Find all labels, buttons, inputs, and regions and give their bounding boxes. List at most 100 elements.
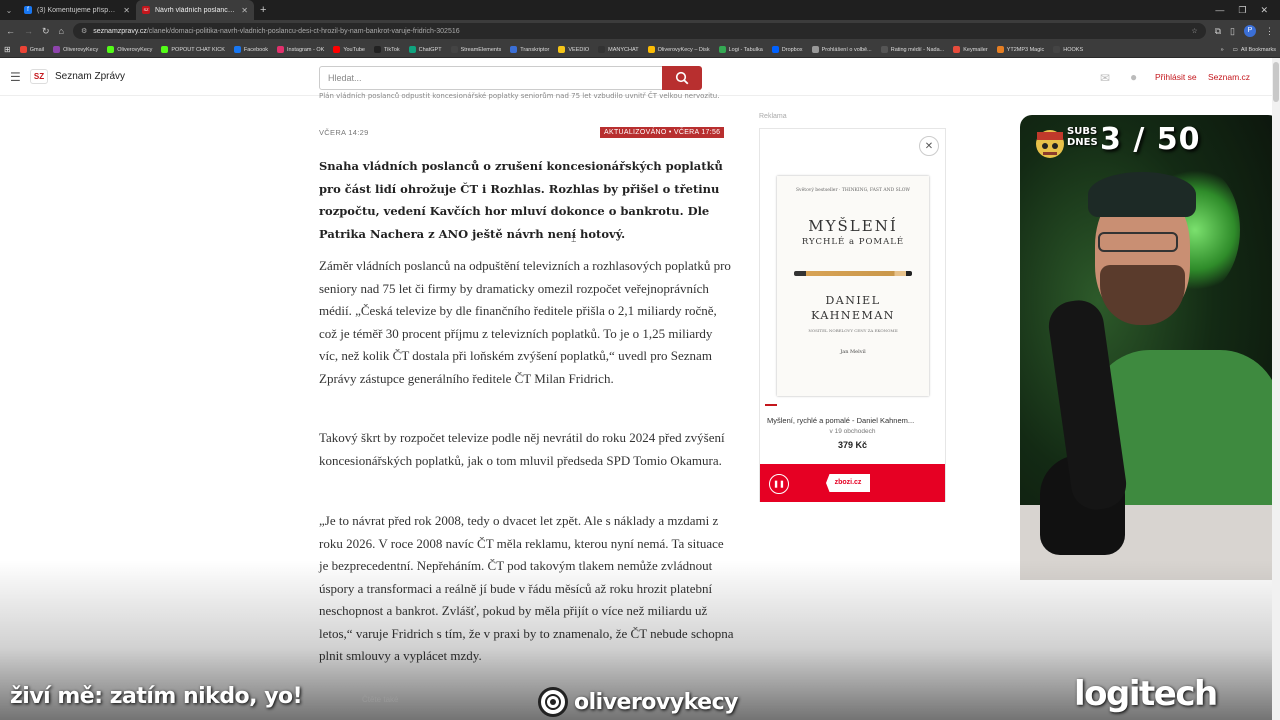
folder-icon: ▭ bbox=[1232, 46, 1238, 53]
profile-avatar[interactable]: P bbox=[1244, 25, 1256, 37]
reload-icon[interactable]: ↻ bbox=[42, 26, 50, 37]
ad-product-title[interactable]: Myšlení, rychlé a pomalé - Daniel Kahnem… bbox=[767, 416, 942, 425]
seznam-link[interactable]: Seznam.cz bbox=[1208, 72, 1250, 82]
tab-search-icon[interactable]: ⌄ bbox=[0, 0, 18, 20]
bookmark-item[interactable]: VEEDIO bbox=[558, 46, 589, 53]
bookmark-label: Prohlášení o volbě... bbox=[821, 46, 872, 53]
article-perex: Snaha vládních poslanců o zrušení konces… bbox=[319, 159, 723, 241]
seznam-favicon-icon: SZ bbox=[142, 6, 150, 14]
pause-icon[interactable]: ❚❚ bbox=[769, 474, 789, 494]
hamburger-menu-icon[interactable]: ☰ bbox=[10, 70, 21, 84]
bookmark-item[interactable]: Logi - Tabulka bbox=[718, 46, 763, 53]
bookmark-favicon-icon bbox=[277, 46, 285, 53]
bookmark-label: OliverovyKecy bbox=[63, 46, 99, 53]
bookmark-label: StreamElements bbox=[460, 46, 502, 53]
bookmark-item[interactable]: YT2MP3 Magic bbox=[996, 46, 1044, 53]
bookmark-favicon-icon bbox=[771, 46, 779, 53]
bookmark-item[interactable]: YouTube bbox=[333, 46, 365, 53]
page-scrollbar[interactable] bbox=[1272, 58, 1280, 720]
login-link[interactable]: Přihlásit se bbox=[1155, 72, 1197, 82]
extensions-icon[interactable]: ⧉ bbox=[1215, 26, 1221, 37]
bookmark-item[interactable]: POPOUT CHAT KICK bbox=[161, 46, 225, 53]
bookmark-item[interactable]: Rating médií - Nada... bbox=[880, 46, 945, 53]
bookmark-item[interactable]: Keymailer bbox=[953, 46, 988, 53]
bookmark-item[interactable]: Transkriptor bbox=[510, 46, 549, 53]
browser-menu-icon[interactable]: ⋮ bbox=[1265, 26, 1274, 37]
article-caption-wrap: Plán vládních poslanců odpustit koncesio… bbox=[319, 90, 734, 103]
zbozi-logo[interactable]: zbozi.cz bbox=[826, 474, 870, 492]
bookmark-favicon-icon bbox=[107, 46, 115, 53]
article-paragraph: Záměr vládních poslanců na odpuštění tel… bbox=[319, 258, 731, 386]
bookmark-favicon-icon bbox=[1053, 46, 1061, 53]
sidebar-icon[interactable]: ▯ bbox=[1230, 26, 1235, 37]
back-icon[interactable]: ← bbox=[6, 26, 15, 36]
bookmark-item[interactable]: HOOKS bbox=[1053, 46, 1083, 53]
new-tab-icon[interactable]: + bbox=[254, 4, 272, 16]
browser-tab-seznam[interactable]: SZ Návrh vládních poslanců děsí Č ✕ bbox=[136, 0, 254, 20]
bookmark-item[interactable]: Facebook bbox=[233, 46, 268, 53]
minimize-icon[interactable]: — bbox=[1215, 5, 1224, 16]
apps-grid-icon[interactable]: ⊞ bbox=[4, 45, 11, 54]
mail-icon[interactable]: ✉ bbox=[1100, 71, 1110, 85]
related-heading: Čtěte také bbox=[362, 695, 399, 704]
bookmark-item[interactable]: ChatGPT bbox=[408, 46, 442, 53]
more-bookmarks-icon[interactable]: » bbox=[1221, 47, 1224, 53]
bookmark-item[interactable]: Instagram - OK bbox=[277, 46, 324, 53]
address-bar[interactable]: ⚙ seznamzpravy.cz/clanek/domaci-politika… bbox=[72, 23, 1206, 39]
chat-icon[interactable]: ● bbox=[1130, 70, 1137, 84]
url-host: seznamzpravy.cz bbox=[93, 27, 147, 35]
browser-toolbar: ← → ↻ ⌂ ⚙ seznamzpravy.cz/clanek/domaci-… bbox=[0, 20, 1280, 42]
article-paragraph: Takový škrt by rozpočet televize podle n… bbox=[319, 430, 725, 468]
book-cover[interactable]: Světový bestseller · THINKING, FAST AND … bbox=[777, 176, 929, 396]
site-info-icon[interactable]: ⚙ bbox=[81, 27, 87, 35]
browser-tab-facebook[interactable]: f (3) Komentujeme příspěvky de ✕ bbox=[18, 0, 136, 20]
close-window-icon[interactable]: ✕ bbox=[1260, 5, 1268, 16]
all-bookmarks-folder[interactable]: ▭ All Bookmarks bbox=[1233, 47, 1276, 53]
ad-label: Reklama bbox=[759, 113, 787, 120]
window-controls: — ❐ ✕ bbox=[1215, 5, 1280, 16]
bookmark-label: HOOKS bbox=[1063, 46, 1084, 53]
bookmark-label: Dropbox bbox=[781, 46, 803, 53]
bookmark-label: POPOUT CHAT KICK bbox=[171, 46, 225, 53]
seznam-zpravy-logo[interactable]: SZ bbox=[30, 69, 48, 84]
bookmark-label: Gmail bbox=[29, 46, 45, 53]
bookmark-item[interactable]: Dropbox bbox=[771, 46, 803, 53]
bookmark-item[interactable]: Prohlášení o volbě... bbox=[811, 46, 872, 53]
ad-shop-count: v 19 obchodech bbox=[829, 428, 876, 435]
tab-title: (3) Komentujeme příspěvky de bbox=[37, 6, 118, 14]
search-icon bbox=[675, 71, 689, 85]
bookmark-item[interactable]: TikTok bbox=[373, 46, 400, 53]
close-tab-icon[interactable]: ✕ bbox=[241, 6, 248, 15]
home-icon[interactable]: ⌂ bbox=[59, 26, 64, 36]
browser-tabstrip: ⌄ f (3) Komentujeme příspěvky de ✕ SZ Ná… bbox=[0, 0, 1280, 20]
search-button[interactable] bbox=[662, 66, 702, 90]
bookmark-item[interactable]: OliverovyKecy – Disk bbox=[647, 46, 710, 53]
scrollbar-thumb[interactable] bbox=[1273, 62, 1279, 102]
bookmark-favicon-icon bbox=[53, 46, 61, 53]
bookmark-item[interactable]: Gmail bbox=[19, 46, 45, 53]
bookmark-label: TikTok bbox=[383, 46, 400, 53]
maximize-icon[interactable]: ❐ bbox=[1238, 5, 1246, 16]
site-name[interactable]: Seznam Zprávy bbox=[55, 71, 125, 82]
search-input[interactable]: Hledat... bbox=[319, 66, 663, 90]
facebook-favicon-icon: f bbox=[24, 6, 32, 14]
bookmark-label: Rating médií - Nada... bbox=[890, 46, 945, 53]
ad-progress bbox=[765, 404, 777, 406]
bookmark-star-icon[interactable]: ☆ bbox=[1191, 27, 1197, 35]
forward-icon[interactable]: → bbox=[24, 26, 33, 36]
bookmark-item[interactable]: OliverovyKecy bbox=[53, 46, 98, 53]
close-tab-icon[interactable]: ✕ bbox=[123, 6, 130, 15]
subs-counter: 3 / 50 bbox=[1100, 122, 1201, 157]
book-publisher: Jan Melvil bbox=[840, 349, 866, 355]
bookmarks-bar: ⊞ Gmail OliverovyKecy OliverovyKecy POPOUT … bbox=[0, 42, 1280, 58]
book-series: Světový bestseller · THINKING, FAST AND … bbox=[795, 188, 911, 193]
bookmark-favicon-icon bbox=[647, 46, 655, 53]
all-bookmarks-label: All Bookmarks bbox=[1240, 46, 1276, 53]
close-ad-icon[interactable]: ✕ bbox=[919, 136, 939, 156]
bookmark-item[interactable]: OliverovyKecy bbox=[107, 46, 152, 53]
tab-title: Návrh vládních poslanců děsí Č bbox=[155, 6, 236, 14]
bookmark-item[interactable]: StreamElements bbox=[450, 46, 502, 53]
subs-label-line2: DNES bbox=[1067, 137, 1098, 148]
bookmark-item[interactable]: MANYCHAT bbox=[598, 46, 639, 53]
published-time: VČERA 14:29 bbox=[319, 128, 369, 137]
